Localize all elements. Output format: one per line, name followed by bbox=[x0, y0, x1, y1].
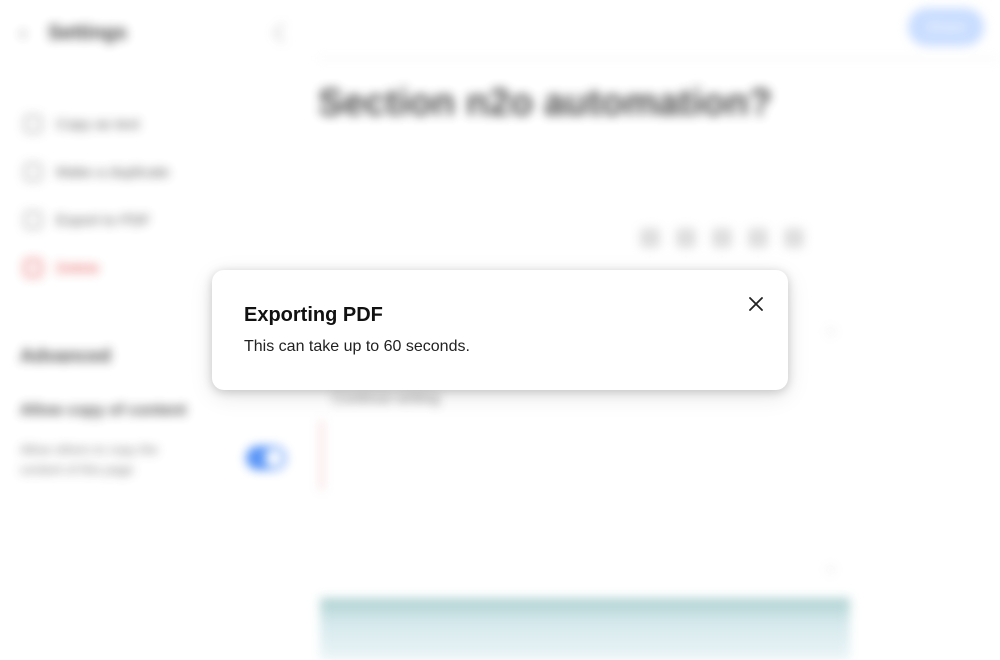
image-icon[interactable] bbox=[748, 228, 768, 248]
document-title[interactable]: Section n2o automation? bbox=[318, 82, 772, 125]
sidebar-item-copy-text[interactable]: Copy as text bbox=[24, 100, 284, 148]
sidebar-item-duplicate[interactable]: Make a duplicate bbox=[24, 148, 284, 196]
setting-title: Allow copy of content bbox=[20, 402, 187, 419]
link-icon[interactable] bbox=[712, 228, 732, 248]
allow-copy-toggle[interactable] bbox=[246, 446, 286, 470]
sidebar-menu: Copy as text Make a duplicate Export to … bbox=[24, 100, 284, 292]
sidebar-item-export-pdf[interactable]: Export to PDF bbox=[24, 196, 284, 244]
sidebar-item-label: Copy as text bbox=[56, 115, 140, 133]
sidebar-title: Settings bbox=[48, 21, 127, 44]
toast-body: This can take up to 60 seconds. bbox=[244, 338, 470, 355]
sidebar-header: ‹ Settings bbox=[20, 20, 300, 46]
block-placeholder[interactable]: Continue writing bbox=[332, 390, 440, 407]
setting-description: Allow others to copy the content of this… bbox=[20, 442, 159, 477]
sidebar-item-label: Make a duplicate bbox=[56, 163, 170, 181]
more-icon[interactable] bbox=[784, 228, 804, 248]
bold-icon[interactable] bbox=[640, 228, 660, 248]
close-icon[interactable] bbox=[744, 292, 768, 316]
top-bar: Share bbox=[318, 0, 1000, 59]
block-indicator bbox=[320, 420, 323, 490]
chevron-left-icon[interactable]: ‹ bbox=[20, 24, 38, 42]
add-block-icon[interactable]: + bbox=[826, 562, 842, 579]
trash-icon bbox=[24, 259, 42, 277]
toast-title: Exporting PDF bbox=[244, 304, 383, 326]
image-preview[interactable] bbox=[320, 598, 850, 660]
export-icon bbox=[24, 211, 42, 229]
copy-icon bbox=[24, 115, 42, 133]
sidebar-item-label: Delete bbox=[56, 259, 100, 277]
add-block-icon[interactable]: + bbox=[826, 324, 842, 341]
block-toolbar bbox=[640, 228, 804, 248]
italic-icon[interactable] bbox=[676, 228, 696, 248]
export-toast: Exporting PDF This can take up to 60 sec… bbox=[212, 270, 788, 390]
duplicate-icon bbox=[24, 163, 42, 181]
sidebar-item-label: Export to PDF bbox=[56, 211, 151, 229]
sidebar-section-title: Advanced bbox=[20, 346, 111, 367]
chevron-icon[interactable] bbox=[273, 23, 293, 43]
share-button[interactable]: Share bbox=[908, 8, 984, 46]
